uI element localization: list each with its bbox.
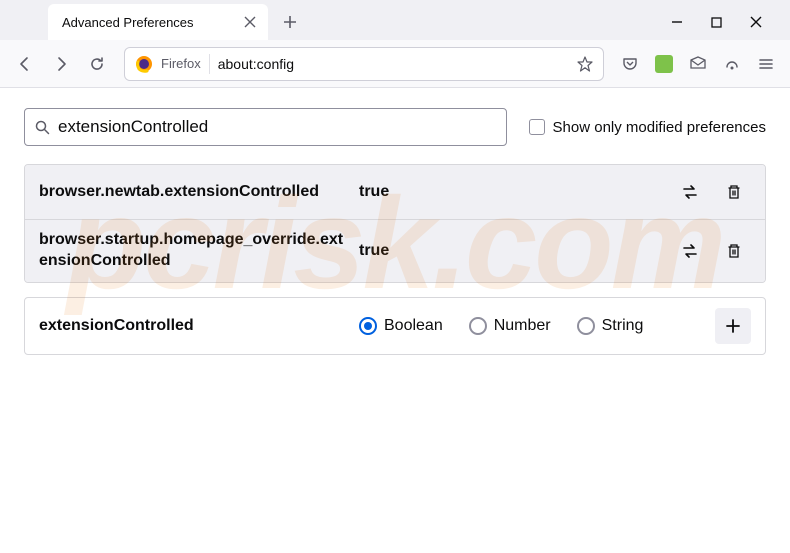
preferences-list: browser.newtab.extensionControlled true … (24, 164, 766, 283)
toggle-button[interactable] (673, 234, 707, 268)
modified-only-label: Show only modified preferences (553, 119, 766, 136)
navigation-toolbar: Firefox about:config (0, 40, 790, 88)
mail-icon[interactable] (684, 50, 712, 78)
page-content: Show only modified preferences browser.n… (0, 88, 790, 375)
type-radio-group: Boolean Number String (359, 317, 705, 335)
close-icon[interactable] (242, 14, 258, 30)
search-icon (35, 120, 50, 135)
radio-icon (577, 317, 595, 335)
firefox-icon (135, 55, 153, 73)
address-bar[interactable]: Firefox about:config (124, 47, 604, 81)
radio-number[interactable]: Number (469, 317, 551, 335)
close-window-button[interactable] (750, 16, 762, 28)
forward-button[interactable] (46, 49, 76, 79)
radio-label: Boolean (384, 317, 443, 335)
delete-button[interactable] (717, 175, 751, 209)
bookmark-star-icon[interactable] (577, 56, 593, 72)
preference-name: browser.newtab.extensionControlled (39, 182, 349, 203)
maximize-button[interactable] (711, 17, 722, 28)
add-preference-button[interactable] (715, 308, 751, 344)
preference-name: browser.startup.homepage_override.extens… (39, 230, 349, 272)
toggle-button[interactable] (673, 175, 707, 209)
new-tab-button[interactable] (274, 6, 306, 38)
preference-search-box[interactable] (24, 108, 507, 146)
pocket-icon[interactable] (616, 50, 644, 78)
radio-icon (359, 317, 377, 335)
window-titlebar: Advanced Preferences (0, 0, 790, 40)
address-bar-brand: Firefox (161, 56, 201, 71)
preference-row[interactable]: browser.newtab.extensionControlled true (25, 165, 765, 220)
radio-icon (469, 317, 487, 335)
minimize-button[interactable] (671, 16, 683, 28)
menu-icon[interactable] (752, 50, 780, 78)
new-preference-row: extensionControlled Boolean Number Strin… (24, 297, 766, 355)
preference-value: true (359, 242, 663, 260)
reload-button[interactable] (82, 49, 112, 79)
vpn-icon[interactable] (718, 50, 746, 78)
address-bar-url: about:config (218, 56, 569, 72)
preference-row[interactable]: browser.startup.homepage_override.extens… (25, 220, 765, 282)
preference-search-input[interactable] (58, 117, 496, 137)
extension-icon[interactable] (650, 50, 678, 78)
browser-tab[interactable]: Advanced Preferences (48, 4, 268, 40)
preference-value: true (359, 183, 663, 201)
radio-label: Number (494, 317, 551, 335)
tab-title: Advanced Preferences (62, 15, 242, 30)
checkbox-icon (529, 119, 545, 135)
radio-string[interactable]: String (577, 317, 644, 335)
radio-label: String (602, 317, 644, 335)
back-button[interactable] (10, 49, 40, 79)
modified-only-toggle[interactable]: Show only modified preferences (529, 119, 766, 136)
radio-boolean[interactable]: Boolean (359, 317, 443, 335)
delete-button[interactable] (717, 234, 751, 268)
divider (209, 54, 210, 74)
new-preference-name: extensionControlled (39, 317, 349, 335)
